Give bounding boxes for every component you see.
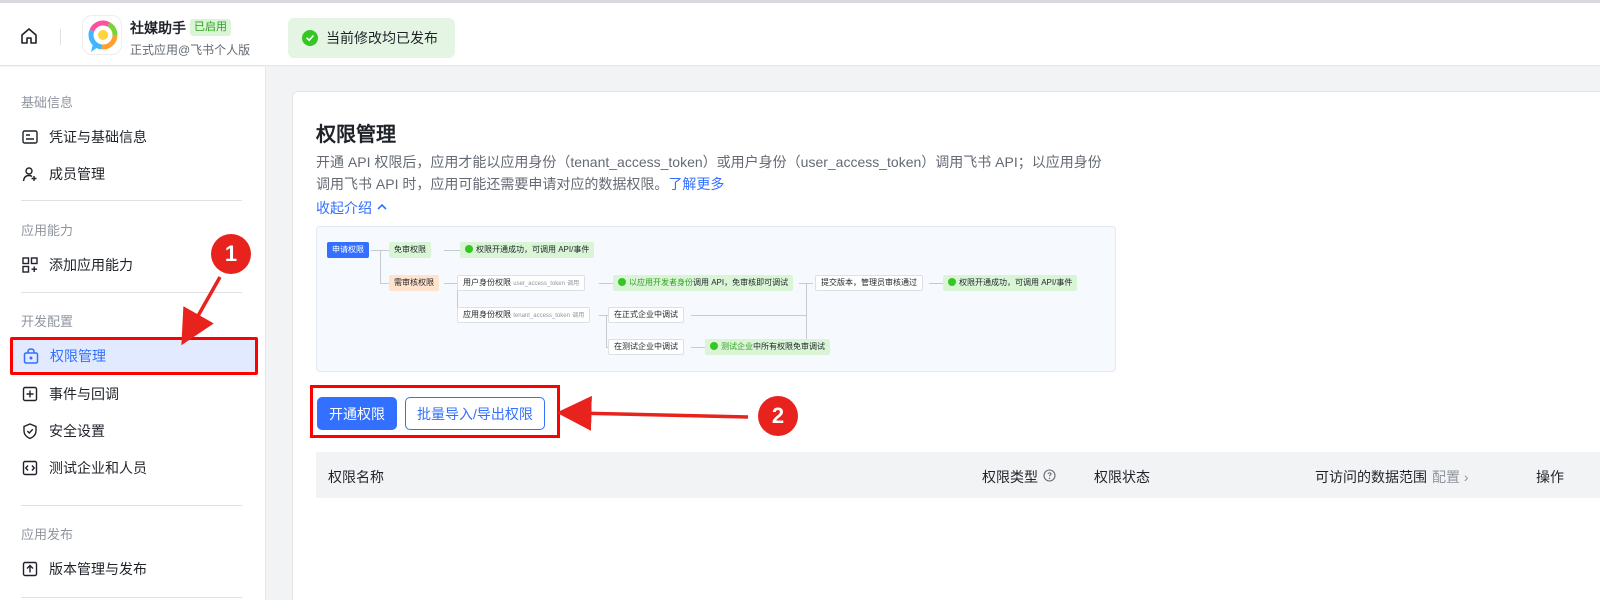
sidebar-item-permissions[interactable]: 权限管理 [10,337,258,375]
publish-status-text: 当前修改均已发布 [326,30,438,46]
th-action: 操作 [1536,469,1564,485]
app-subtitle: 正式应用@飞书个人版 [130,43,251,57]
flow-dev-call: 以应用开发者身份调用 API，免审核即可调试 [613,275,794,291]
open-permission-button[interactable]: 开通权限 [317,397,397,430]
flow-user-perm: 用户身份权限 user_access_token 调用 [457,275,586,291]
description-line-2: 调用飞书 API 时，应用可能还需要申请对应的数据权限。 [316,176,669,192]
divider [60,29,61,45]
th-scope: 可访问的数据范围 配置 › [1315,467,1469,487]
divider [21,597,242,598]
scope-config-link[interactable]: 配置 › [1432,467,1469,487]
home-icon[interactable] [18,25,40,47]
sidebar-item-label: 安全设置 [49,423,105,439]
flow-need-review: 需审核权限 [389,275,439,291]
flow-test-debug: 在测试企业中调试 [608,339,684,355]
batch-import-export-button[interactable]: 批量导入/导出权限 [405,397,545,430]
add-member-icon [21,165,39,183]
shield-icon [21,422,39,440]
annotation-badge-1: 1 [211,234,251,274]
sidebar: 基础信息 凭证与基础信息 成员管理 应用能力 添加应用能力 开发配置 权限管理 … [0,67,266,600]
flow-app-perm: 应用身份权限 tenant_access_token 调用 [457,307,591,323]
th-status: 权限状态 [1094,469,1150,485]
app-name: 社媒助手 [130,20,186,36]
code-icon [21,459,39,477]
flow-success-1: 权限开通成功，可调用 API/事件 [460,242,595,258]
page-title: 权限管理 [316,124,396,146]
sidebar-item-label: 添加应用能力 [49,257,133,273]
sidebar-item-label: 权限管理 [50,348,106,364]
learn-more-link[interactable]: 了解更多 [668,176,724,192]
flow-success-2: 权限开通成功，可调用 API/事件 [943,275,1078,291]
description-line-1: 开通 API 权限后，应用才能以应用身份（tenant_access_token… [316,154,1102,170]
sidebar-item-credentials[interactable]: 凭证与基础信息 [12,119,258,155]
sidebar-item-test-org[interactable]: 测试企业和人员 [12,450,258,486]
flow-apply: 申请权限 [327,242,369,258]
flow-submit: 提交版本，管理员审核通过 [815,275,923,291]
flow-test-all: 测试企业中所有权限免审调试 [705,339,830,355]
app-logo [82,15,122,55]
section-title-dev: 开发配置 [21,314,74,329]
upload-icon [21,560,39,578]
add-app-icon [21,256,39,274]
sidebar-item-versions[interactable]: 版本管理与发布 [12,551,258,587]
sidebar-item-label: 测试企业和人员 [49,460,147,476]
section-title-release: 应用发布 [21,527,74,542]
event-icon [21,385,39,403]
sidebar-item-label: 凭证与基础信息 [49,129,147,145]
sidebar-item-security[interactable]: 安全设置 [12,413,258,449]
sidebar-item-label: 事件与回调 [49,386,119,402]
collapse-intro-link[interactable]: 收起介绍 [316,198,388,218]
chevron-up-icon [376,200,388,216]
sidebar-item-events[interactable]: 事件与回调 [12,376,258,412]
top-bar: 社媒助手 已启用 正式应用@飞书个人版 当前修改均已发布 [0,0,1600,66]
status-badge: 已启用 [190,19,231,36]
th-name: 权限名称 [328,469,384,485]
check-circle-icon [302,30,318,46]
collapse-label: 收起介绍 [316,200,372,216]
sidebar-item-label: 成员管理 [49,166,105,182]
section-title-basic: 基础信息 [21,95,74,110]
sidebar-item-members[interactable]: 成员管理 [12,156,258,192]
help-icon[interactable] [1043,469,1056,485]
permission-flow-diagram: 申请权限 免审权限 权限开通成功，可调用 API/事件 需审核权限 用户身份权限… [316,226,1116,372]
flow-prod-debug: 在正式企业中调试 [608,307,684,323]
sidebar-item-label: 版本管理与发布 [49,561,147,577]
divider [21,292,242,293]
th-type: 权限类型 [982,467,1056,487]
lock-bag-icon [22,347,40,365]
flow-no-review: 免审权限 [389,242,431,258]
id-card-icon [21,128,39,146]
section-title-capability: 应用能力 [21,223,74,238]
divider [21,200,242,201]
table-header: 权限名称 权限类型 权限状态 可访问的数据范围 配置 › 操作 [316,452,1600,498]
publish-status: 当前修改均已发布 [288,18,455,58]
annotation-badge-2: 2 [758,396,798,436]
page-description: 开通 API 权限后，应用才能以应用身份（tenant_access_token… [316,151,1116,195]
divider [21,505,242,506]
